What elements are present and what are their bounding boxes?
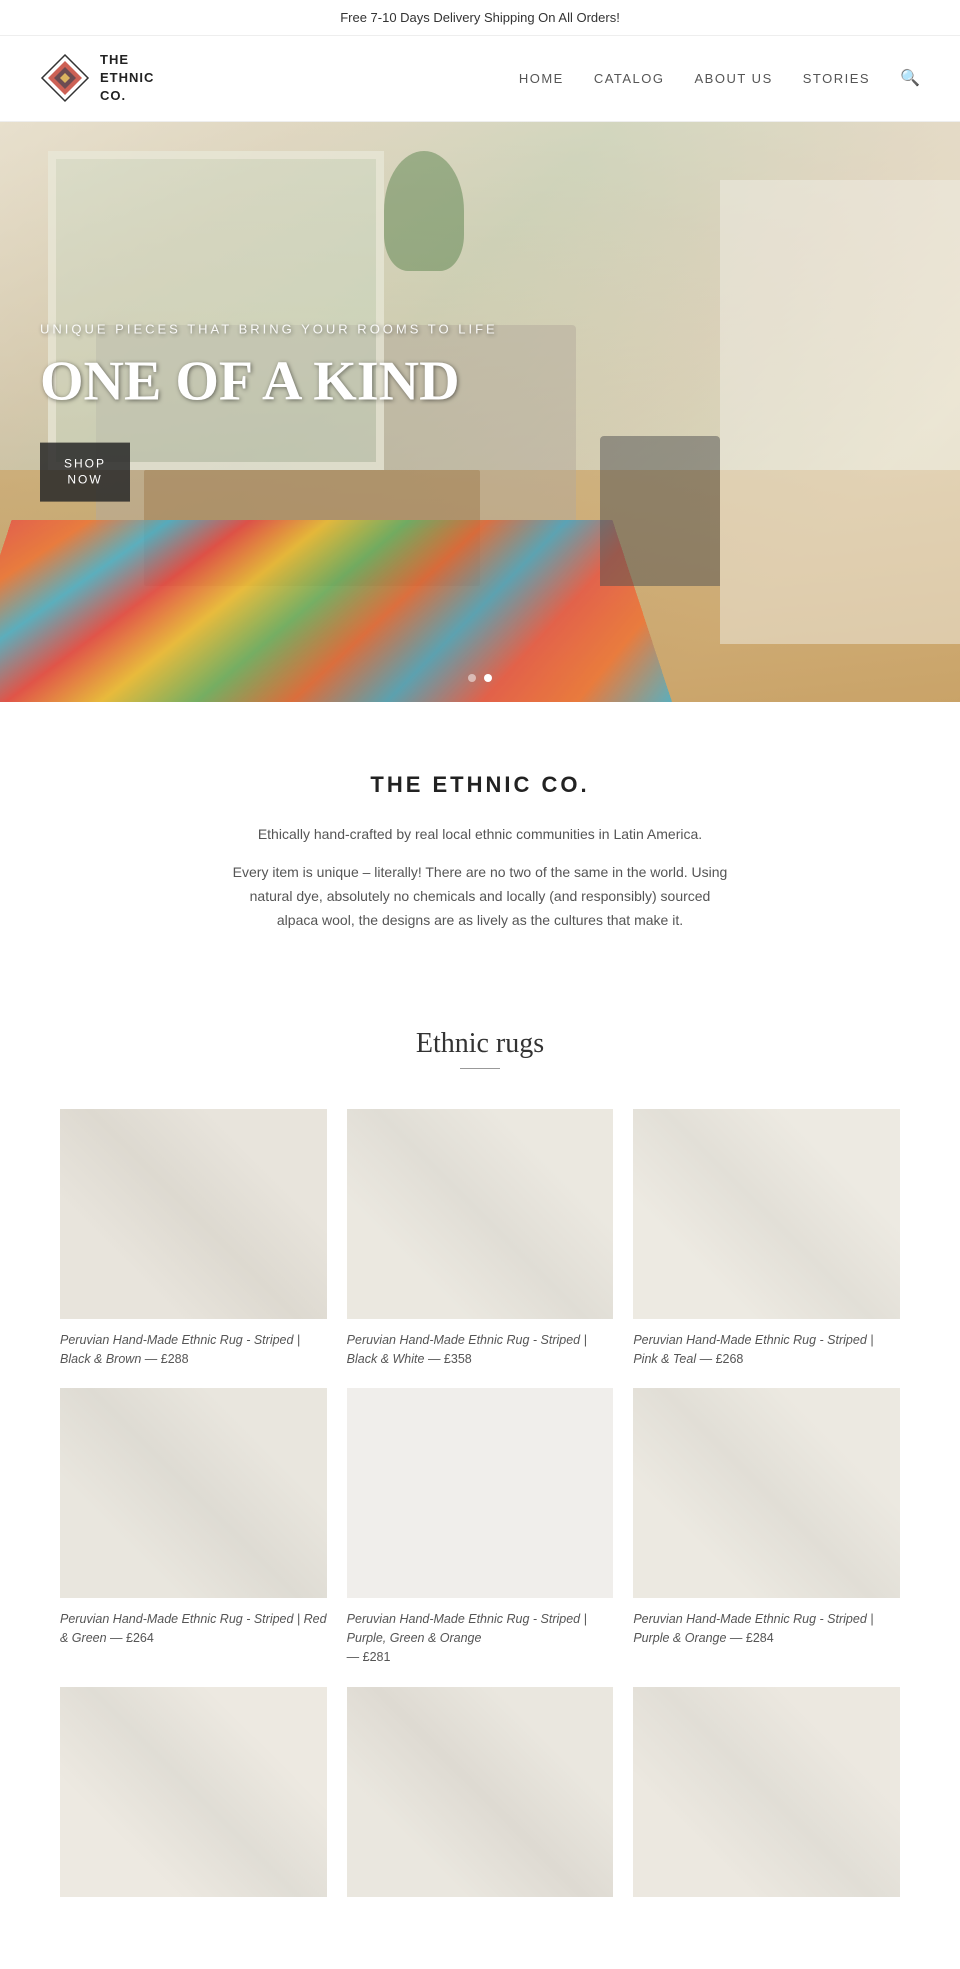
product-name-6: Peruvian Hand-Made Ethnic Rug - Striped … [633,1610,900,1648]
hero-rug [0,520,672,702]
product-name-4: Peruvian Hand-Made Ethnic Rug - Striped … [60,1610,327,1648]
about-title: THE ETHNIC CO. [120,772,840,798]
product-grid: Peruvian Hand-Made Ethnic Rug - Striped … [60,1109,900,1909]
products-section: Ethnic rugs Peruvian Hand-Made Ethnic Ru… [0,998,960,1969]
hero-dot-1[interactable] [468,674,476,682]
about-section: THE ETHNIC CO. Ethically hand-crafted by… [0,702,960,998]
product-image-7 [60,1687,327,1897]
section-divider [460,1068,500,1069]
room-bookshelf [720,180,960,644]
hero-section: UNIQUE PIECES THAT BRING YOUR ROOMS TO L… [0,122,960,702]
product-name-2: Peruvian Hand-Made Ethnic Rug - Striped … [347,1331,614,1369]
announcement-bar: Free 7-10 Days Delivery Shipping On All … [0,0,960,36]
nav-stories[interactable]: STORIES [803,71,870,86]
nav-catalog[interactable]: CATALOG [594,71,665,86]
product-card-8[interactable] [347,1687,614,1909]
product-image-6 [633,1388,900,1598]
product-image-3 [633,1109,900,1319]
search-icon[interactable]: 🔍 [900,68,920,88]
products-section-title: Ethnic rugs [60,1028,900,1060]
hero-title: ONE OF A KIND [40,351,498,413]
nav-home[interactable]: HOME [519,71,564,86]
product-image-8 [347,1687,614,1897]
logo-icon [40,53,90,103]
logo-text: THE ETHNIC CO. [100,51,154,106]
about-paragraph-1: Ethically hand-crafted by real local eth… [230,823,730,847]
main-nav: HOME CATALOG ABOUT US STORIES 🔍 [519,68,920,88]
hero-dot-2[interactable] [484,674,492,682]
product-card-7[interactable] [60,1687,327,1909]
product-card-1[interactable]: Peruvian Hand-Made Ethnic Rug - Striped … [60,1109,327,1369]
header: THE ETHNIC CO. HOME CATALOG ABOUT US STO… [0,36,960,122]
product-card-4[interactable]: Peruvian Hand-Made Ethnic Rug - Striped … [60,1388,327,1666]
about-paragraph-2: Every item is unique – literally! There … [230,861,730,932]
product-image-5 [347,1388,614,1598]
product-card-9[interactable] [633,1687,900,1909]
product-name-5: Peruvian Hand-Made Ethnic Rug - Striped … [347,1610,614,1666]
product-card-2[interactable]: Peruvian Hand-Made Ethnic Rug - Striped … [347,1109,614,1369]
product-image-4 [60,1388,327,1598]
announcement-text: Free 7-10 Days Delivery Shipping On All … [340,10,620,25]
logo-area[interactable]: THE ETHNIC CO. [40,51,154,106]
room-plant [384,151,464,271]
product-card-3[interactable]: Peruvian Hand-Made Ethnic Rug - Striped … [633,1109,900,1369]
product-name-1: Peruvian Hand-Made Ethnic Rug - Striped … [60,1331,327,1369]
product-name-3: Peruvian Hand-Made Ethnic Rug - Striped … [633,1331,900,1369]
hero-content: UNIQUE PIECES THAT BRING YOUR ROOMS TO L… [40,321,498,502]
product-card-6[interactable]: Peruvian Hand-Made Ethnic Rug - Striped … [633,1388,900,1666]
nav-about[interactable]: ABOUT US [695,71,773,86]
hero-dots [468,674,492,682]
product-card-5[interactable]: Peruvian Hand-Made Ethnic Rug - Striped … [347,1388,614,1666]
product-image-9 [633,1687,900,1897]
product-image-1 [60,1109,327,1319]
room-fireplace [600,436,720,586]
hero-subtitle: UNIQUE PIECES THAT BRING YOUR ROOMS TO L… [40,321,498,336]
shop-now-button[interactable]: SHOP NOW [40,443,130,502]
product-image-2 [347,1109,614,1319]
